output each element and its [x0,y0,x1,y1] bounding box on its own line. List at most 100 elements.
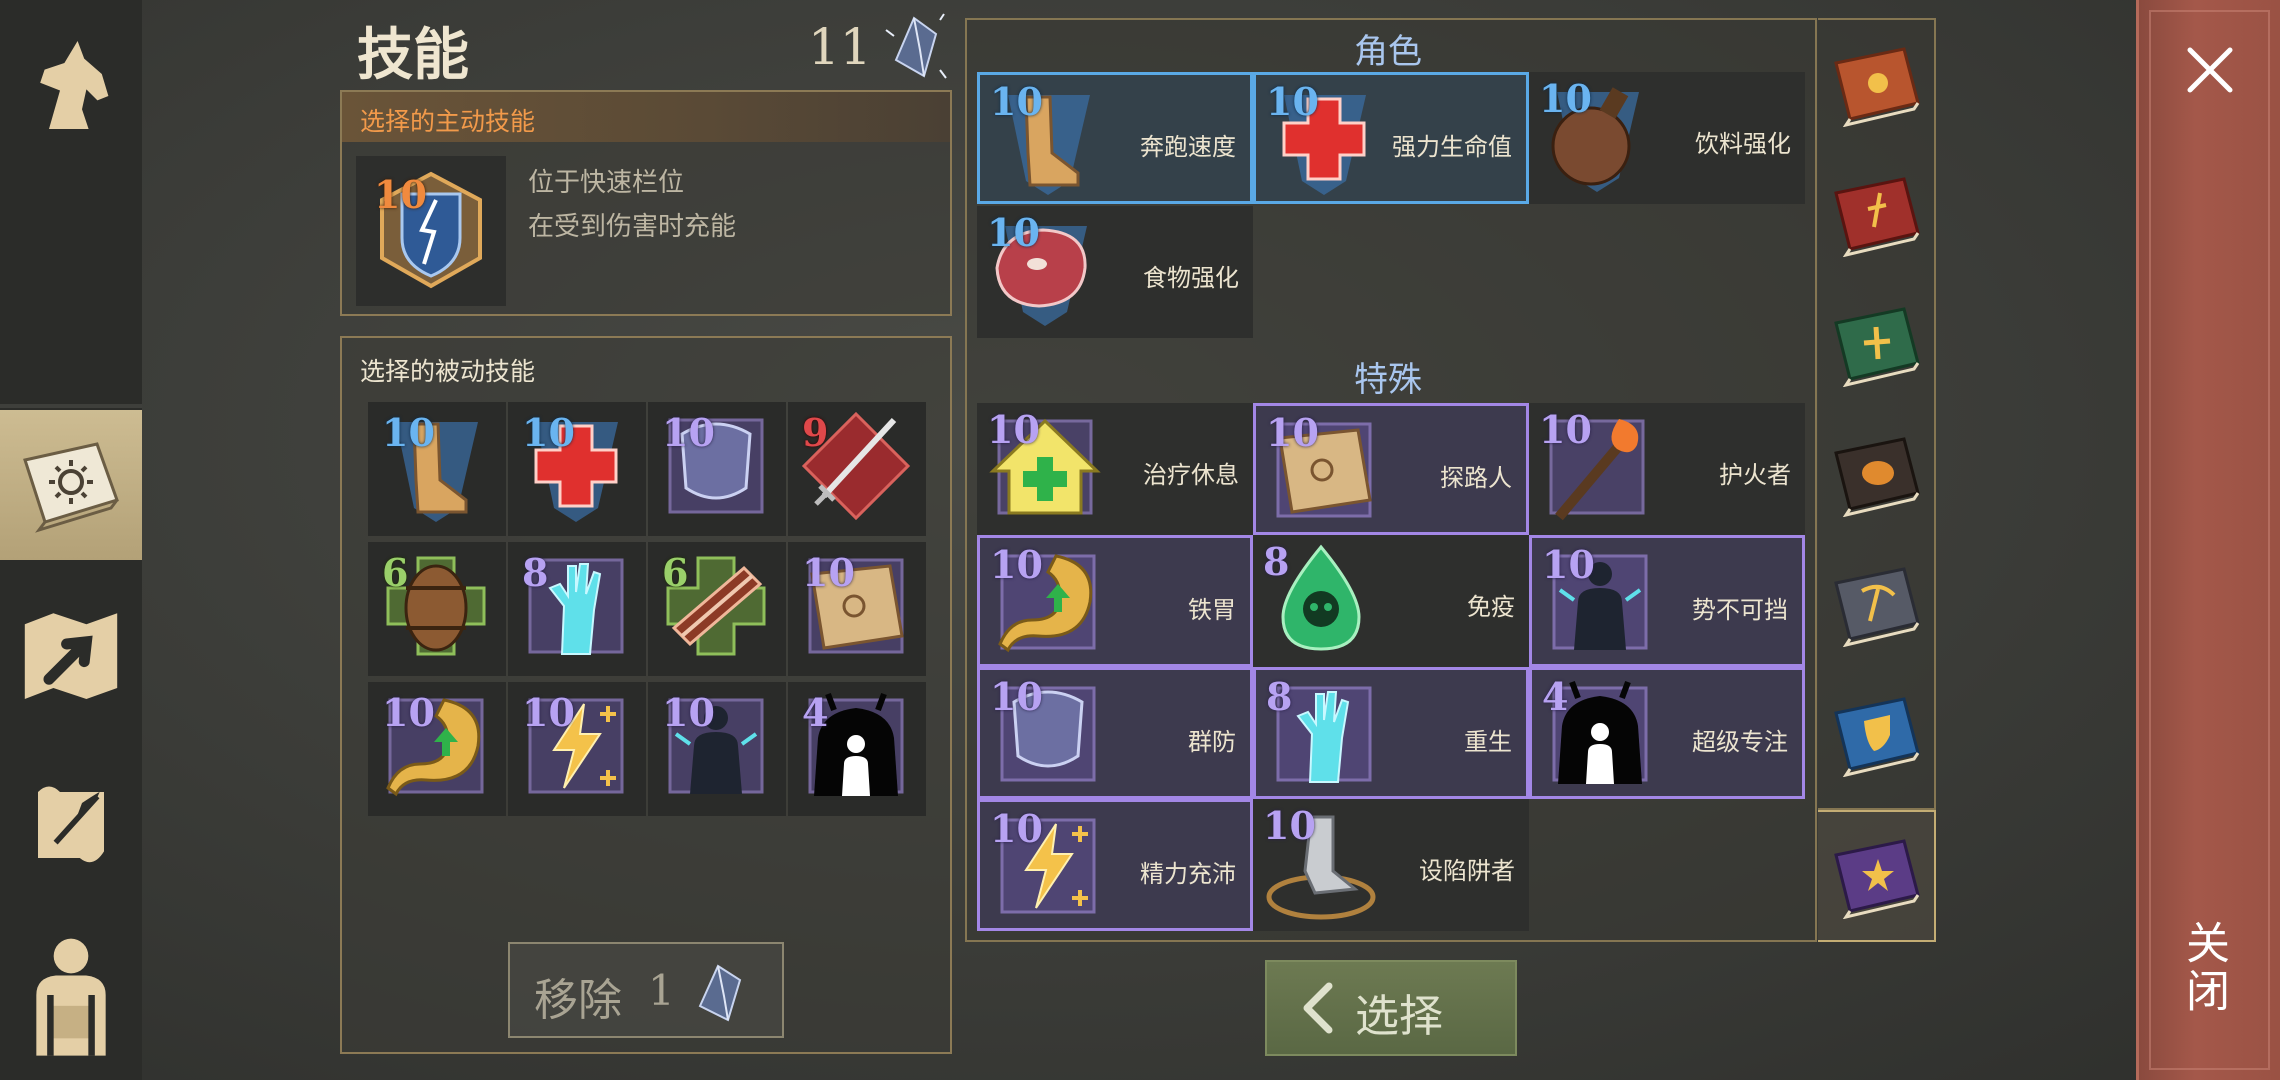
skill-name: 奔跑速度 [1140,133,1236,161]
skill-level: 10 [522,690,575,735]
pickaxe-book-icon [1834,567,1920,647]
close-panel[interactable] [2136,0,2280,1080]
sun-book-icon [1834,47,1920,127]
skill-name: 重生 [1464,728,1512,756]
scroll-quill-icon [38,786,104,863]
nav-item-skills[interactable] [0,410,142,560]
skill-level: 10 [382,690,435,735]
skill-name: 铁胃 [1188,596,1236,624]
skill-name: 群防 [1188,728,1236,756]
passive-slot[interactable]: 4 [788,682,926,816]
book-tab-sun[interactable] [1828,24,1924,144]
active-skill-level: 10 [374,172,427,217]
skill-card-strong-health[interactable]: 10 强力生命值 [1253,72,1529,204]
skill-card-trapper[interactable]: 10 设陷阱者 [1253,799,1529,931]
book-tab-cross[interactable] [1828,284,1924,404]
close-icon[interactable] [2180,40,2240,100]
skill-name: 探路人 [1440,464,1512,492]
book-tab-shield[interactable] [1828,674,1924,794]
skill-name: 护火者 [1719,461,1791,489]
skill-level: 10 [1539,76,1592,121]
skill-level: 10 [1542,542,1595,587]
skill-card-pathfinder[interactable]: 10 探路人 [1253,403,1529,535]
crystal-icon [698,964,742,1022]
book-tab-mask[interactable] [1828,414,1924,534]
star-book-icon [1834,839,1920,919]
skill-name: 设陷阱者 [1419,857,1515,885]
cross-book-icon [1834,307,1920,387]
nav-item-mount[interactable] [0,10,142,160]
skills-book-icon [23,442,119,533]
select-button[interactable]: 选择 [1265,960,1517,1056]
remove-label: 移除 [534,975,622,1026]
chevron-left-icon [1303,982,1333,1034]
remove-button[interactable]: 移除 1 [508,942,784,1038]
left-nav [0,0,142,1080]
skill-level: 10 [802,550,855,595]
skill-card-super-focus[interactable]: 4 超级专注 [1529,667,1805,799]
skill-level: 10 [987,407,1040,452]
skill-card-iron-stomach[interactable]: 10 铁胃 [977,535,1253,667]
passive-slot[interactable]: 10 [368,682,506,816]
nav-item-quests[interactable] [0,750,142,900]
skill-level: 10 [662,410,715,455]
skill-level: 10 [522,410,575,455]
skill-card-fire-keeper[interactable]: 10 护火者 [1529,403,1805,535]
skill-level: 10 [990,674,1043,719]
skill-card-immunity[interactable]: 8 免疫 [1253,535,1529,667]
skill-card-energetic[interactable]: 10 精力充沛 [977,799,1253,931]
book-tab-star[interactable] [1818,810,1936,942]
crystal-count: 11 [808,18,872,76]
mask-book-icon [1834,437,1920,517]
map-arrow-icon [24,613,118,699]
book-tab-dagger[interactable] [1828,154,1924,274]
crystal-icon [885,13,947,79]
nav-item-character[interactable] [0,920,142,1070]
section-title-special: 特殊 [1354,360,1422,400]
passive-slot[interactable]: 10 [648,682,786,816]
skill-level: 10 [662,690,715,735]
skill-level: 4 [1542,674,1569,719]
close-label[interactable]: 关闭 [2178,920,2235,1016]
passive-skill-title: 选择的被动技能 [360,357,536,386]
active-skill-desc-line1: 位于快速栏位 [528,168,685,198]
skill-name: 精力充沛 [1140,860,1236,888]
passive-slot[interactable]: 10 [368,402,506,536]
passive-slot[interactable]: 10 [508,402,646,536]
passive-slot[interactable]: 6 [368,542,506,676]
skill-card-group-defense[interactable]: 10 群防 [977,667,1253,799]
passive-slot[interactable]: 10 [788,542,926,676]
character-backpack-icon [36,938,106,1056]
skill-name: 强力生命值 [1392,133,1512,161]
skill-card-rebirth[interactable]: 8 重生 [1253,667,1529,799]
book-tab-pickaxe[interactable] [1828,544,1924,664]
nav-item-map[interactable] [0,580,142,730]
active-skill-slot[interactable]: 10 [356,156,506,306]
skill-level: 10 [990,79,1043,124]
skill-name: 势不可挡 [1692,596,1788,624]
skill-level: 10 [1263,803,1316,848]
skill-level: 9 [802,410,829,455]
skill-card-drink-boost[interactable]: 10 饮料强化 [1529,72,1805,204]
section-title-character: 角色 [1354,32,1422,72]
skill-card-run-speed[interactable]: 10 奔跑速度 [977,72,1253,204]
passive-slot[interactable]: 10 [508,682,646,816]
skill-card-food-boost[interactable]: 10 食物强化 [977,206,1253,338]
skill-card-healing-rest[interactable]: 10 治疗休息 [977,403,1253,535]
select-label: 选择 [1355,991,1443,1042]
passive-slot[interactable]: 6 [648,542,786,676]
active-skill-desc-line2: 在受到伤害时充能 [528,212,737,242]
passive-slot[interactable]: 9 [788,402,926,536]
passive-slot[interactable]: 10 [648,402,786,536]
skill-level: 10 [1539,407,1592,452]
skill-card-unstoppable[interactable]: 10 势不可挡 [1529,535,1805,667]
skill-level: 8 [1266,674,1293,719]
active-skill-title: 选择的主动技能 [360,107,536,136]
passive-slot[interactable]: 8 [508,542,646,676]
skill-name: 饮料强化 [1695,130,1791,158]
horse-icon [40,41,109,129]
skill-level: 10 [1266,79,1319,124]
skill-name: 免疫 [1467,593,1515,621]
shield-book-icon [1834,697,1920,777]
skill-level: 10 [990,806,1043,851]
